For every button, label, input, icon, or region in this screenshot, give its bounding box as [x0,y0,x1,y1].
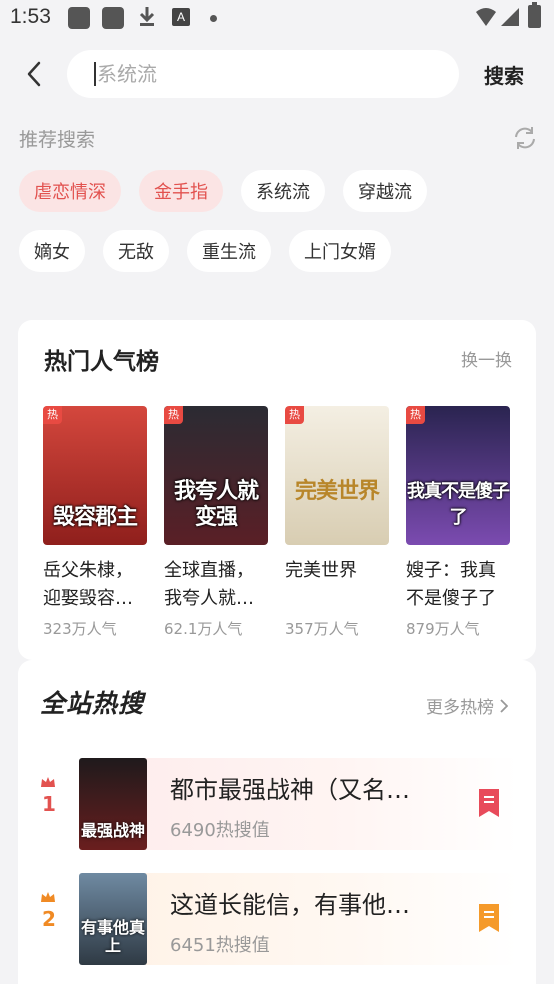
battery-icon [528,2,541,28]
status-bar: 1:53 A [0,0,554,38]
download-icon [139,7,155,26]
book-title: 完美世界 [285,560,357,581]
book-cover: 热 我夸人就变强 [164,406,268,545]
dot-icon [210,15,217,22]
book-title: 嫂子：我真不是傻子了 [406,560,496,609]
book-cover: 热 完美世界 [285,406,389,545]
app-notification-icon [68,7,90,29]
book-item[interactable]: 热 毁容郡主 岳父朱棣，迎娶毁容… 323万人气 [43,406,147,639]
tag-row: 嫡女 无敌 重生流 上门女婿 [19,230,539,272]
chevron-right-icon [500,698,508,713]
rank-number: 2 [42,907,56,931]
book-item[interactable]: 热 我夸人就变强 全球直播，我夸人就… 62.1万人气 [164,406,268,639]
book-item[interactable]: 热 我真不是傻子了 嫂子：我真不是傻子了 879万人气 [406,406,510,639]
book-title: 岳父朱棣，迎娶毁容… [43,560,133,609]
hot-search-title-text: 都市最强战神（又名… [170,776,410,804]
app-notification-icon [102,7,124,29]
book-popularity: 357万人气 [285,620,359,638]
crown-icon [41,777,55,787]
book-cover: 热 我真不是傻子了 [406,406,510,545]
search-button[interactable]: 搜索 [484,60,524,89]
hot-search-item[interactable]: 2 有事他真上 这道长能信，有事他… 6451热搜值 [36,873,518,965]
hot-search-title-text: 这道长能信，有事他… [170,891,410,919]
search-tag[interactable]: 虐恋情深 [19,170,121,212]
hot-badge: 热 [164,406,183,424]
book-list: 热 毁容郡主 岳父朱棣，迎娶毁容… 323万人气 热 我夸人就变强 全球直播，我… [43,406,510,639]
popular-title: 热门人气榜 [44,349,159,375]
wifi-icon [476,8,496,26]
hot-badge: 热 [43,406,62,424]
bookmark-hot-icon [479,904,499,932]
cover-title: 最强战神 [80,821,145,840]
signal-icon [501,8,519,26]
crown-icon [41,892,55,902]
book-cover: 有事他真上 [79,873,147,965]
search-tag[interactable]: 无敌 [103,230,169,272]
cover-title: 毁容郡主 [52,505,138,530]
book-cover: 最强战神 [79,758,147,850]
popular-ranking-card: 热门人气榜 换一换 热 毁容郡主 岳父朱棣，迎娶毁容… 323万人气 热 我夸人… [18,320,536,660]
cover-title: 我真不是傻子了 [407,481,510,528]
book-popularity: 62.1万人气 [164,620,243,638]
tag-row: 虐恋情深 金手指 系统流 穿越流 [19,170,539,212]
swap-button[interactable]: 换一换 [461,346,512,371]
hot-badge: 热 [285,406,304,424]
more-rankings-label: 更多热榜 [426,698,494,718]
bookmark-hot-icon [479,789,499,817]
cover-title: 有事他真上 [80,918,145,955]
recommended-title: 推荐搜索 [19,129,96,151]
chevron-left-icon [27,61,41,87]
refresh-icon[interactable] [512,125,538,151]
search-box[interactable] [67,50,459,98]
search-input[interactable] [97,62,437,86]
hot-search-card: 全站热搜 更多热榜 1 最强战神 都市最强战神（又名… 6490热搜值 2 有事… [18,660,536,984]
hot-search-item[interactable]: 1 最强战神 都市最强战神（又名… 6490热搜值 [36,758,518,850]
search-tag[interactable]: 嫡女 [19,230,85,272]
cover-title: 我夸人就变强 [173,479,259,530]
back-button[interactable] [18,56,50,92]
rank-number: 1 [42,792,56,816]
status-time: 1:53 [10,5,51,28]
book-popularity: 323万人气 [43,620,117,638]
more-rankings-button[interactable]: 更多热榜 [426,693,508,718]
hot-search-title: 全站热搜 [40,689,145,718]
book-cover: 热 毁容郡主 [43,406,147,545]
text-caret [94,62,96,86]
search-tag[interactable]: 上门女婿 [289,230,391,272]
tag-list: 虐恋情深 金手指 系统流 穿越流 嫡女 无敌 重生流 上门女婿 [19,170,539,290]
a-icon: A [172,8,190,26]
book-item[interactable]: 热 完美世界 完美世界 357万人气 [285,406,389,639]
search-tag[interactable]: 金手指 [139,170,223,212]
cover-title: 完美世界 [294,479,380,504]
hot-search-value: 6490热搜值 [170,820,270,841]
search-tag[interactable]: 系统流 [241,170,325,212]
hot-badge: 热 [406,406,425,424]
book-title: 全球直播，我夸人就… [164,560,254,609]
search-tag[interactable]: 穿越流 [343,170,427,212]
hot-search-value: 6451热搜值 [170,935,270,956]
search-tag[interactable]: 重生流 [187,230,271,272]
book-popularity: 879万人气 [406,620,480,638]
